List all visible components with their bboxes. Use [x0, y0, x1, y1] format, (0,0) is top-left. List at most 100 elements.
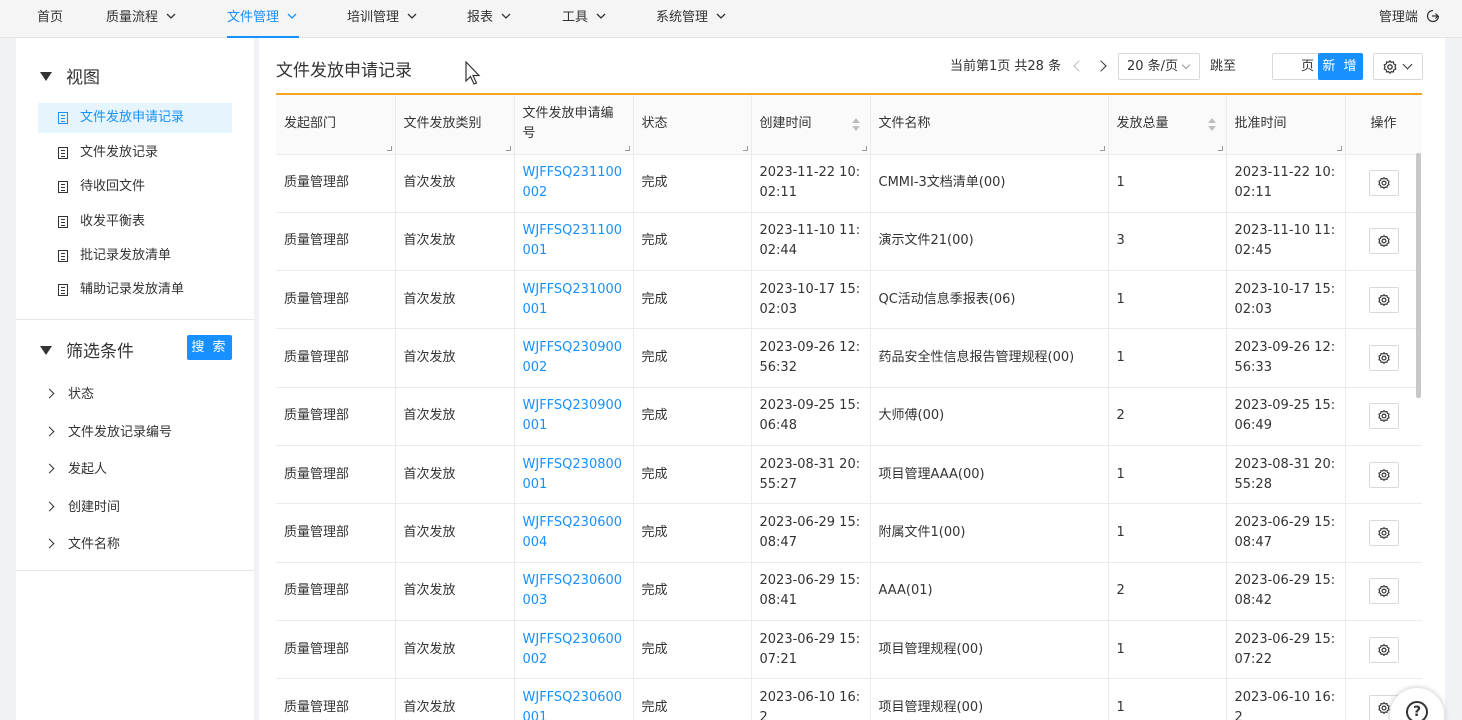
filter-file-name[interactable]: 文件名称: [44, 533, 120, 552]
table-row[interactable]: 质量管理部 首次发放 WJFFSQ230600002 完成 2023-06-29 15:…: [276, 620, 1422, 680]
col-header-type[interactable]: 文件发放类别: [395, 95, 515, 155]
table-row[interactable]: 质量管理部 首次发放 WJFFSQ230600001 完成 2023-06-10 16:…: [276, 678, 1422, 720]
cell-code-link[interactable]: WJFFSQ230600004: [514, 503, 634, 563]
table-scrollbar[interactable]: [1416, 153, 1421, 398]
view-item-batch-record-list[interactable]: 批记录发放清单: [38, 241, 232, 271]
row-settings-button[interactable]: [1368, 519, 1399, 546]
row-settings-button[interactable]: [1368, 636, 1399, 663]
col-header-dept[interactable]: 发起部门: [276, 95, 396, 155]
chevron-down-icon: [501, 13, 511, 19]
cell-dept: 质量管理部: [276, 620, 396, 680]
resize-handle-icon[interactable]: [1336, 145, 1342, 151]
filter-created-time[interactable]: 创建时间: [44, 496, 120, 515]
table-row[interactable]: 质量管理部 首次发放 WJFFSQ230600003 完成 2023-06-29 15:…: [276, 562, 1422, 621]
resize-handle-icon[interactable]: [505, 145, 511, 151]
view-item-balance-sheet[interactable]: 收发平衡表: [38, 207, 232, 237]
cell-type: 首次发放: [395, 503, 515, 563]
view-item-pending-recall[interactable]: 待收回文件: [38, 172, 232, 202]
page-size-select[interactable]: 20 条/页: [1118, 53, 1200, 80]
sort-icon[interactable]: [1207, 118, 1216, 132]
view-item-aux-record-list[interactable]: 辅助记录发放清单: [38, 275, 232, 305]
cell-created-time: 2023-11-22 10:02:11: [751, 154, 871, 213]
search-button[interactable]: 搜 索: [187, 335, 232, 360]
cell-file-name: 大师傅(00): [870, 387, 1109, 446]
prev-page-icon[interactable]: [1073, 60, 1085, 72]
resize-handle-icon[interactable]: [1099, 145, 1105, 151]
col-header-file-name[interactable]: 文件名称: [870, 95, 1109, 155]
gear-icon: [1377, 585, 1390, 598]
nav-item-home[interactable]: 首页: [37, 0, 63, 38]
table-row[interactable]: 质量管理部 首次发放 WJFFSQ230900001 完成 2023-09-25 15:…: [276, 387, 1422, 446]
view-item-distribution-requests[interactable]: 文件发放申请记录: [38, 103, 232, 133]
col-header-approved[interactable]: 批准时间: [1226, 95, 1346, 155]
cell-code-link[interactable]: WJFFSQ231100001: [514, 212, 634, 272]
sidebar-divider: [16, 319, 254, 320]
col-header-status[interactable]: 状态: [633, 95, 752, 155]
row-settings-button[interactable]: [1368, 345, 1399, 372]
view-section-toggle[interactable]: 视图: [40, 63, 100, 88]
cell-approved-time: 2023-06-29 15:08:42: [1226, 562, 1346, 621]
cell-code-link[interactable]: WJFFSQ230600001: [514, 678, 634, 720]
sort-icon[interactable]: [851, 118, 860, 132]
nav-item-file-management[interactable]: 文件管理: [227, 0, 300, 38]
jump-label: 跳至: [1210, 59, 1237, 74]
resize-handle-icon[interactable]: [1217, 145, 1223, 151]
nav-item-training[interactable]: 培训管理: [347, 0, 417, 38]
filter-record-number[interactable]: 文件发放记录编号: [44, 421, 172, 440]
resize-handle-icon[interactable]: [742, 145, 748, 151]
cell-approved-time: 2023-10-17 15:02:03: [1226, 270, 1346, 330]
table-row[interactable]: 质量管理部 首次发放 WJFFSQ230900002 完成 2023-09-26 12:…: [276, 328, 1422, 388]
resize-handle-icon[interactable]: [386, 145, 392, 151]
row-settings-button[interactable]: [1368, 461, 1399, 488]
filter-section-toggle[interactable]: 筛选条件: [40, 337, 134, 362]
cell-created-time: 2023-11-10 11:02:44: [751, 212, 871, 272]
resize-handle-icon[interactable]: [624, 145, 630, 151]
add-button[interactable]: 新 增: [1318, 53, 1363, 80]
cell-quantity: 2: [1108, 562, 1227, 621]
sidebar: 视图 文件发放申请记录 文件发放记录 待收回文件 收发平衡表 批记录发放清单 辅…: [16, 38, 254, 720]
next-page-icon[interactable]: [1095, 60, 1107, 72]
table-row[interactable]: 质量管理部 首次发放 WJFFSQ230800001 完成 2023-08-31 20:…: [276, 445, 1422, 505]
gear-icon: [1377, 643, 1390, 656]
mouse-cursor-icon: [465, 61, 481, 85]
cell-code-link[interactable]: WJFFSQ230900001: [514, 387, 634, 446]
admin-logout-link[interactable]: 管理端: [1379, 0, 1440, 38]
main-panel: 文件发放申请记录 当前第1页 共28 条 20 条/页 跳至 页 新 增 发起部…: [259, 38, 1445, 720]
row-settings-button[interactable]: [1368, 286, 1399, 313]
row-settings-button[interactable]: [1368, 403, 1399, 430]
cell-dept: 质量管理部: [276, 270, 396, 330]
cell-dept: 质量管理部: [276, 678, 396, 720]
cell-status: 完成: [633, 270, 752, 330]
table-settings-dropdown[interactable]: [1373, 53, 1423, 80]
row-settings-button[interactable]: [1368, 578, 1399, 605]
filter-initiator[interactable]: 发起人: [44, 458, 107, 477]
cell-code-link[interactable]: WJFFSQ231100002: [514, 154, 634, 213]
cell-code-link[interactable]: WJFFSQ230900002: [514, 328, 634, 388]
row-settings-button[interactable]: [1368, 228, 1399, 255]
caret-down-icon: [40, 345, 52, 355]
cell-code-link[interactable]: WJFFSQ230600003: [514, 562, 634, 621]
nav-item-quality-process[interactable]: 质量流程: [106, 0, 176, 38]
cell-actions: [1345, 328, 1422, 388]
cell-code-link[interactable]: WJFFSQ230600002: [514, 620, 634, 680]
sidebar-divider: [16, 570, 254, 571]
table-row[interactable]: 质量管理部 首次发放 WJFFSQ231000001 完成 2023-10-17 15:…: [276, 270, 1422, 330]
table-row[interactable]: 质量管理部 首次发放 WJFFSQ230600004 完成 2023-06-29 15:…: [276, 503, 1422, 563]
col-header-created[interactable]: 创建时间: [751, 95, 871, 155]
row-settings-button[interactable]: [1368, 170, 1399, 197]
nav-item-system[interactable]: 系统管理: [656, 0, 726, 38]
table-row[interactable]: 质量管理部 首次发放 WJFFSQ231100002 完成 2023-11-22 10:…: [276, 154, 1422, 213]
cell-quantity: 1: [1108, 678, 1227, 720]
nav-item-tools[interactable]: 工具: [562, 0, 606, 38]
cell-actions: [1345, 387, 1422, 446]
chevron-right-icon: [44, 388, 55, 399]
cell-code-link[interactable]: WJFFSQ230800001: [514, 445, 634, 505]
resize-handle-icon[interactable]: [861, 145, 867, 151]
table-row[interactable]: 质量管理部 首次发放 WJFFSQ231100001 完成 2023-11-10 11:…: [276, 212, 1422, 272]
cell-code-link[interactable]: WJFFSQ231000001: [514, 270, 634, 330]
nav-item-reports[interactable]: 报表: [467, 0, 511, 38]
col-header-code[interactable]: 文件发放申请编号: [514, 95, 634, 155]
col-header-quantity[interactable]: 发放总量: [1108, 95, 1227, 155]
filter-status[interactable]: 状态: [44, 383, 94, 402]
view-item-distribution-records[interactable]: 文件发放记录: [38, 138, 232, 168]
